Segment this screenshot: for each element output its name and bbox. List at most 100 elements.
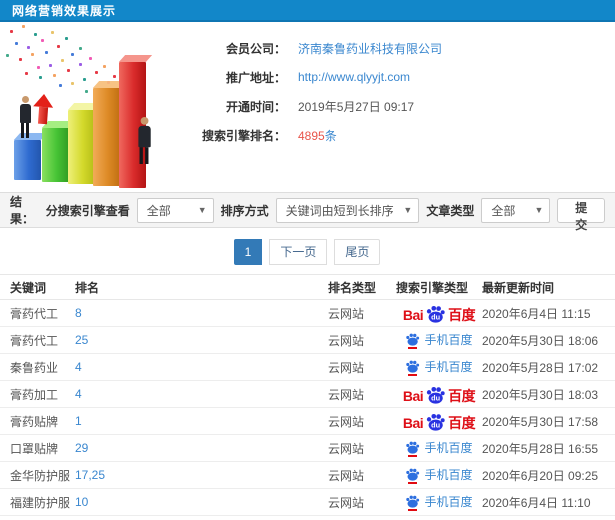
- growth-arrow-icon: [32, 93, 55, 125]
- rank-cell: 4: [75, 353, 328, 381]
- mobile-baidu-paw-icon: [406, 333, 420, 346]
- rank-link[interactable]: 25: [75, 333, 88, 347]
- mobile-baidu-label: 手机百度: [424, 441, 473, 455]
- engine-rank-value: 4895条: [298, 127, 337, 144]
- mobile-baidu-paw-icon: [406, 468, 420, 481]
- col-header-rank: 排名: [75, 274, 328, 300]
- filter-controls: 分搜索引擎查看 全部 ▼ 排序方式 关键词由短到长排序 ▼ 文章类型 全部 ▼ …: [45, 197, 605, 232]
- rank-link[interactable]: 4: [75, 360, 82, 374]
- results-table: 关键词 排名 排名类型 搜索引擎类型 最新更新时间 膏药代工 8 云网站 Bai…: [0, 274, 615, 520]
- updated-time-cell: [482, 515, 615, 520]
- mobile-baidu-label: 手机百度: [424, 495, 473, 509]
- engine-filter-label: 分搜索引擎查看: [45, 203, 130, 218]
- rank-type-cell: [328, 515, 396, 520]
- mobile-baidu-logo: 手机百度: [405, 466, 473, 484]
- sort-filter-label: 排序方式: [220, 203, 269, 218]
- rank-cell: 25: [75, 326, 328, 354]
- col-header-keyword: 关键词: [0, 274, 75, 300]
- rank-type-cell: 云网站: [328, 461, 396, 489]
- rank-type-cell: 云网站: [328, 488, 396, 516]
- rank-type-cell: 云网站: [328, 299, 396, 327]
- svg-text:du: du: [431, 420, 440, 429]
- engine-type-cell: Bai du 百度: [396, 380, 482, 408]
- opened-time-value: 2019年5月27日 09:17: [298, 99, 415, 114]
- engine-type-cell: Bai du 百度: [396, 299, 482, 327]
- table-header-row: 关键词 排名 排名类型 搜索引擎类型 最新更新时间: [0, 274, 615, 300]
- keyword-cell: 膏药代工: [0, 326, 75, 354]
- businessman-right-figure: [135, 116, 153, 164]
- svg-text:du: du: [431, 393, 440, 402]
- mobile-baidu-paw-icon: [406, 441, 420, 454]
- col-header-engine-type: 搜索引擎类型: [396, 274, 482, 300]
- title-bar: 网络营销效果展示: [0, 0, 615, 22]
- rank-link[interactable]: 17,25: [75, 468, 105, 482]
- table-row: 膏药加工 4 云网站 Bai du 百度 2020年5月30日 18:03: [0, 380, 615, 408]
- sort-filter-select[interactable]: 关键词由短到长排序 ▼: [275, 197, 420, 223]
- keyword-cell: 膏药加工: [0, 380, 75, 408]
- table-row: 膏药代工 25 云网站 Bai du 百度: [0, 326, 615, 354]
- bar-orange: [93, 88, 120, 186]
- baidu-paw-icon: du: [427, 305, 445, 323]
- mobile-baidu-label: 手机百度: [424, 468, 473, 482]
- results-table-body: 膏药代工 8 云网站 Bai du 百度 2020年6月4日 11:15 膏药代…: [0, 299, 615, 520]
- company-info-list: 会员公司： 济南秦鲁药业科技有限公司 推广地址： http://www.qlyy…: [182, 22, 442, 192]
- table-row: 福建防护服 10 云网站 Bai du 百度: [0, 488, 615, 516]
- mobile-baidu-label: 手机百度: [424, 333, 473, 347]
- baidu-logo: Bai du 百度: [403, 385, 476, 404]
- company-label: 会员公司：: [225, 41, 286, 56]
- svg-text:du: du: [431, 312, 440, 321]
- updated-time-cell: 2020年6月20日 09:25: [482, 461, 615, 489]
- engine-type-cell: Bai du 百度: [396, 326, 482, 354]
- mobile-baidu-logo: 手机百度: [405, 331, 473, 349]
- baidu-logo: Bai du 百度: [403, 412, 476, 431]
- chevron-down-icon: ▼: [534, 205, 544, 215]
- rank-link[interactable]: 8: [75, 306, 82, 320]
- sort-filter-value: 关键词由短到长排序: [285, 203, 394, 218]
- keyword-cell: 膏药贴牌: [0, 407, 75, 435]
- updated-time-cell: 2020年5月30日 17:58: [482, 407, 615, 435]
- rank-type-cell: 云网站: [328, 434, 396, 462]
- last-page-button[interactable]: 尾页: [334, 239, 381, 265]
- rank-link[interactable]: 10: [75, 495, 88, 509]
- info-row-url: 推广地址： http://www.qlyyjt.com: [186, 68, 442, 86]
- engine-rank-label: 搜索引擎排名：: [201, 128, 286, 143]
- company-link[interactable]: 济南秦鲁药业科技有限公司: [298, 40, 442, 57]
- rank-cell: 29: [75, 434, 328, 462]
- page-1-button[interactable]: 1: [233, 239, 263, 265]
- rank-link[interactable]: 1: [75, 414, 82, 428]
- info-row-company: 会员公司： 济南秦鲁药业科技有限公司: [186, 39, 442, 57]
- rank-type-cell: 云网站: [328, 380, 396, 408]
- col-header-rank-type: 排名类型: [328, 274, 396, 300]
- info-row-rank-count: 搜索引擎排名： 4895条: [186, 126, 442, 144]
- info-row-opened: 开通时间： 2019年5月27日 09:17: [186, 97, 442, 115]
- mobile-baidu-underline: [408, 455, 418, 457]
- bar-green: [42, 128, 69, 182]
- engine-filter-select[interactable]: 全部 ▼: [136, 197, 214, 223]
- article-type-select[interactable]: 全部 ▼: [481, 197, 551, 223]
- opened-time-label: 开通时间：: [225, 99, 286, 114]
- engine-type-cell: Bai du 百度: [396, 407, 482, 435]
- table-row: 口罩贴牌 29 云网站 Bai du 百度: [0, 434, 615, 462]
- keyword-cell: 福建防护服: [0, 488, 75, 516]
- promo-url-link[interactable]: http://www.qlyyjt.com: [298, 70, 410, 84]
- keyword-cell: 膏药代工: [0, 299, 75, 327]
- mobile-baidu-underline: [408, 482, 418, 484]
- mobile-baidu-underline: [408, 374, 418, 376]
- mobile-baidu-paw-icon: [406, 495, 420, 508]
- mobile-baidu-underline: [408, 347, 418, 349]
- bar-blue: [14, 140, 41, 180]
- promo-url-label: 推广地址：: [225, 70, 286, 85]
- table-row: Bai du 百度: [0, 515, 615, 520]
- engine-type-cell: Bai du 百度: [396, 461, 482, 489]
- chevron-down-icon: ▼: [197, 205, 207, 215]
- next-page-button[interactable]: 下一页: [269, 239, 328, 265]
- rank-cell: 10: [75, 488, 328, 516]
- businessman-left-figure: [17, 96, 33, 138]
- submit-button[interactable]: 提交: [557, 197, 605, 232]
- baidu-logo: Bai du 百度: [403, 304, 476, 323]
- pagination: 1 下一页 尾页: [0, 239, 615, 265]
- mobile-baidu-label: 手机百度: [424, 360, 473, 374]
- rank-link[interactable]: 4: [75, 387, 82, 401]
- bar-yellow: [68, 110, 95, 184]
- rank-link[interactable]: 29: [75, 441, 88, 455]
